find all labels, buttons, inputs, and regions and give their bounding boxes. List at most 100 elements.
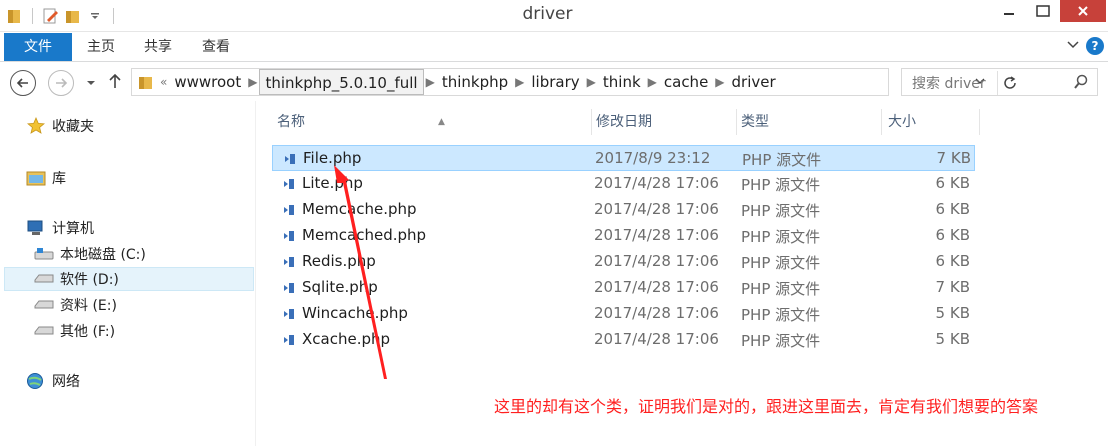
window-controls: [992, 0, 1106, 22]
navigation-pane: 收藏夹 库 计算机 本地磁盘 (C:) 软件 (D:) 资料 (E:) 其他 (…: [0, 101, 256, 446]
column-header-type[interactable]: 类型: [735, 109, 882, 135]
tab-share[interactable]: 共享: [133, 33, 183, 61]
file-type: PHP 源文件: [741, 306, 821, 324]
nav-label: 软件 (D:): [60, 272, 119, 288]
file-row[interactable]: Lite.php 2017/4/28 17:06 PHP 源文件 6 KB: [272, 171, 975, 197]
nav-drive-f[interactable]: 其他 (F:): [34, 319, 115, 343]
php-file-icon: [284, 179, 294, 189]
ribbon-tabs: 文件 主页 共享 查看 ?: [0, 33, 1108, 62]
drive-icon: [34, 296, 54, 314]
up-button[interactable]: [108, 72, 122, 94]
breadcrumb-thinkphp[interactable]: thinkphp: [437, 69, 513, 95]
php-file-icon: [284, 257, 294, 267]
file-type: PHP 源文件: [741, 228, 821, 246]
file-type: PHP 源文件: [741, 332, 821, 350]
file-row[interactable]: Memcache.php 2017/4/28 17:06 PHP 源文件 6 K…: [272, 197, 975, 223]
file-row[interactable]: Sqlite.php 2017/4/28 17:06 PHP 源文件 7 KB: [272, 275, 975, 301]
file-row[interactable]: File.php 2017/8/9 23:12 PHP 源文件 7 KB: [272, 145, 975, 171]
breadcrumb-separator-icon[interactable]: ▶: [246, 75, 259, 89]
file-type: PHP 源文件: [741, 202, 821, 220]
breadcrumb-separator-icon[interactable]: ▶: [713, 75, 726, 89]
file-size: 7 KB: [936, 149, 971, 167]
file-name: File.php: [303, 149, 362, 167]
php-file-icon: [284, 231, 294, 241]
forward-button[interactable]: [48, 70, 74, 96]
nav-drive-c[interactable]: 本地磁盘 (C:): [34, 242, 146, 266]
minimize-button[interactable]: [992, 0, 1026, 22]
nav-label: 库: [52, 171, 66, 187]
file-name: Redis.php: [302, 252, 376, 270]
navigation-bar: « wwwroot ▶ thinkphp_5.0.10_full ▶ think…: [0, 63, 1108, 101]
breadcrumb-think[interactable]: think: [598, 69, 646, 95]
breadcrumb-separator-icon[interactable]: ▶: [513, 75, 526, 89]
search-icon[interactable]: [1073, 74, 1089, 94]
file-type: PHP 源文件: [741, 254, 821, 272]
file-date: 2017/4/28 17:06: [594, 252, 719, 270]
nav-network[interactable]: 网络: [26, 369, 80, 393]
drive-icon: [34, 270, 54, 288]
breadcrumb-separator-icon[interactable]: ▶: [646, 75, 659, 89]
ribbon-controls: ?: [1066, 37, 1104, 55]
file-date: 2017/8/9 23:12: [595, 149, 711, 167]
file-row[interactable]: Xcache.php 2017/4/28 17:06 PHP 源文件 5 KB: [272, 327, 975, 353]
library-icon: [26, 169, 46, 187]
php-file-icon: [284, 205, 294, 215]
file-date: 2017/4/28 17:06: [594, 278, 719, 296]
window-title: driver: [522, 4, 573, 24]
help-icon[interactable]: ?: [1086, 37, 1104, 55]
php-file-icon: [285, 154, 295, 164]
breadcrumb-separator-icon[interactable]: ▶: [585, 75, 598, 89]
address-bar[interactable]: « wwwroot ▶ thinkphp_5.0.10_full ▶ think…: [131, 68, 1016, 96]
breadcrumb-wwwroot[interactable]: wwwroot: [169, 69, 246, 95]
file-date: 2017/4/28 17:06: [594, 174, 719, 192]
file-type: PHP 源文件: [741, 280, 821, 298]
tab-file[interactable]: 文件: [4, 33, 72, 61]
column-header-name[interactable]: 名称 ▲: [271, 109, 592, 135]
nav-libraries[interactable]: 库: [26, 166, 66, 190]
breadcrumb-cache[interactable]: cache: [659, 69, 713, 95]
breadcrumb-thinkphp-full[interactable]: thinkphp_5.0.10_full: [259, 69, 424, 95]
search-box[interactable]: 搜索 driver: [901, 68, 1098, 96]
back-button[interactable]: [10, 70, 36, 96]
expand-ribbon-icon[interactable]: [1066, 38, 1080, 54]
annotation-text: 这里的却有这个类，证明我们是对的，跟进这里面去，肯定有我们想要的答案: [494, 397, 1039, 416]
search-input[interactable]: 搜索 driver: [912, 73, 986, 93]
close-button[interactable]: [1060, 0, 1106, 22]
breadcrumb-driver[interactable]: driver: [727, 69, 781, 95]
file-name: Xcache.php: [302, 330, 391, 348]
nav-favorites[interactable]: 收藏夹: [26, 114, 94, 138]
file-row[interactable]: Redis.php 2017/4/28 17:06 PHP 源文件 6 KB: [272, 249, 975, 275]
column-header-date[interactable]: 修改日期: [590, 109, 737, 135]
sort-ascending-icon: ▲: [438, 117, 445, 127]
file-row[interactable]: Memcached.php 2017/4/28 17:06 PHP 源文件 6 …: [272, 223, 975, 249]
file-size: 6 KB: [935, 200, 970, 218]
nav-computer[interactable]: 计算机: [26, 216, 94, 240]
nav-drive-d[interactable]: 软件 (D:): [4, 267, 254, 291]
nav-label: 计算机: [52, 221, 94, 237]
network-icon: [26, 372, 46, 390]
recent-locations-icon[interactable]: [86, 75, 96, 91]
file-row[interactable]: Wincache.php 2017/4/28 17:06 PHP 源文件 5 K…: [272, 301, 975, 327]
overflow-chevron[interactable]: «: [158, 75, 169, 89]
computer-icon: [26, 219, 46, 237]
file-date: 2017/4/28 17:06: [594, 200, 719, 218]
title-bar: driver: [0, 0, 1108, 32]
tab-home[interactable]: 主页: [76, 33, 126, 61]
breadcrumb-separator-icon[interactable]: ▶: [424, 75, 437, 89]
file-size: 6 KB: [935, 226, 970, 244]
maximize-button[interactable]: [1026, 0, 1060, 22]
file-name: Sqlite.php: [302, 278, 378, 296]
nav-drive-e[interactable]: 资料 (E:): [34, 293, 117, 317]
file-size: 5 KB: [935, 330, 970, 348]
breadcrumb-library[interactable]: library: [526, 69, 584, 95]
folder-icon: [138, 74, 154, 90]
system-drive-icon: [34, 245, 54, 263]
file-date: 2017/4/28 17:06: [594, 304, 719, 322]
drive-icon: [34, 322, 54, 340]
file-name: Memcached.php: [302, 226, 427, 244]
column-label: 名称: [277, 114, 305, 130]
nav-label: 网络: [52, 374, 80, 390]
column-header-size[interactable]: 大小: [882, 109, 980, 135]
file-size: 6 KB: [935, 174, 970, 192]
tab-view[interactable]: 查看: [191, 33, 241, 61]
